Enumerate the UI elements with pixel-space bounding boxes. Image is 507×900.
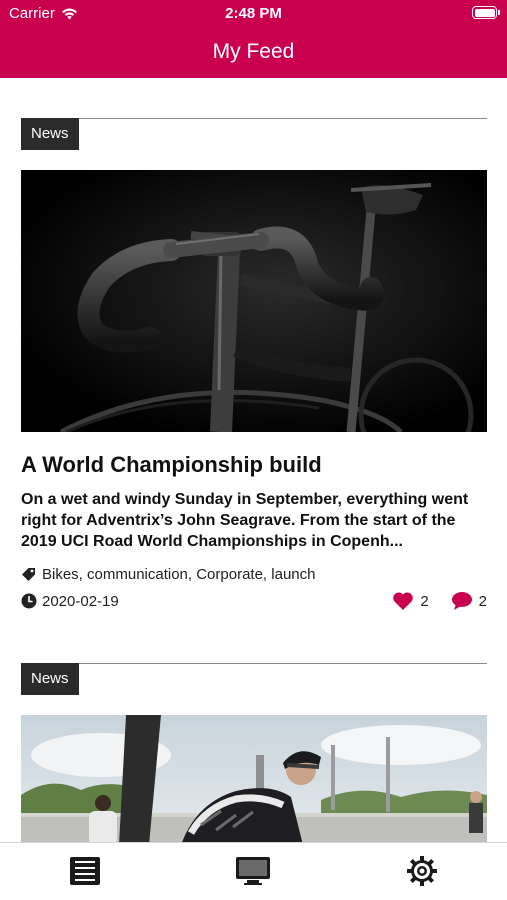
battery-full-icon [472, 6, 500, 19]
feed-list[interactable]: News A World Championship build On a wet… [0, 78, 507, 842]
clock-icon [21, 593, 37, 609]
monitor-icon [236, 857, 270, 885]
cyclist-race-photo [21, 715, 487, 842]
tab-settings[interactable] [404, 853, 440, 889]
tab-media[interactable] [235, 853, 271, 889]
category-badge: News [21, 663, 79, 695]
article-title[interactable]: A World Championship build [21, 452, 487, 478]
page-title: My Feed [212, 40, 295, 63]
comment-bubble-icon [451, 592, 472, 610]
comments-stat[interactable]: 2 [451, 591, 487, 611]
article-card[interactable]: News [21, 118, 487, 678]
bike-handlebar-photo [21, 170, 487, 432]
likes-count: 2 [420, 592, 429, 610]
article-summary: On a wet and windy Sunday in September, … [21, 491, 469, 550]
info-row: 2020-02-19 2 2 [21, 591, 487, 611]
section-divider [21, 663, 487, 664]
tag-icon [22, 568, 35, 581]
publish-date: 2020-02-19 [42, 592, 119, 610]
settings-gear-icon [407, 856, 437, 886]
tab-feed[interactable] [67, 853, 103, 889]
tags-row: Bikes, communication, Corporate, launch [21, 564, 487, 584]
engagement-stats: 2 2 [392, 591, 487, 611]
likes-stat[interactable]: 2 [392, 591, 429, 611]
status-bar: Carrier 2:48 PM [0, 0, 507, 28]
tab-bar [0, 842, 507, 900]
heart-icon [393, 592, 414, 610]
feed-list-icon [70, 857, 100, 885]
article-image[interactable] [21, 715, 487, 842]
navigation-bar: My Feed [0, 28, 507, 78]
article-card[interactable]: News [21, 663, 487, 842]
tags-list: Bikes, communication, Corporate, launch [42, 565, 316, 583]
section-divider [21, 118, 487, 119]
comments-count: 2 [478, 592, 487, 610]
article-image[interactable] [21, 170, 487, 432]
category-badge: News [21, 118, 79, 150]
status-time: 2:48 PM [225, 5, 282, 22]
